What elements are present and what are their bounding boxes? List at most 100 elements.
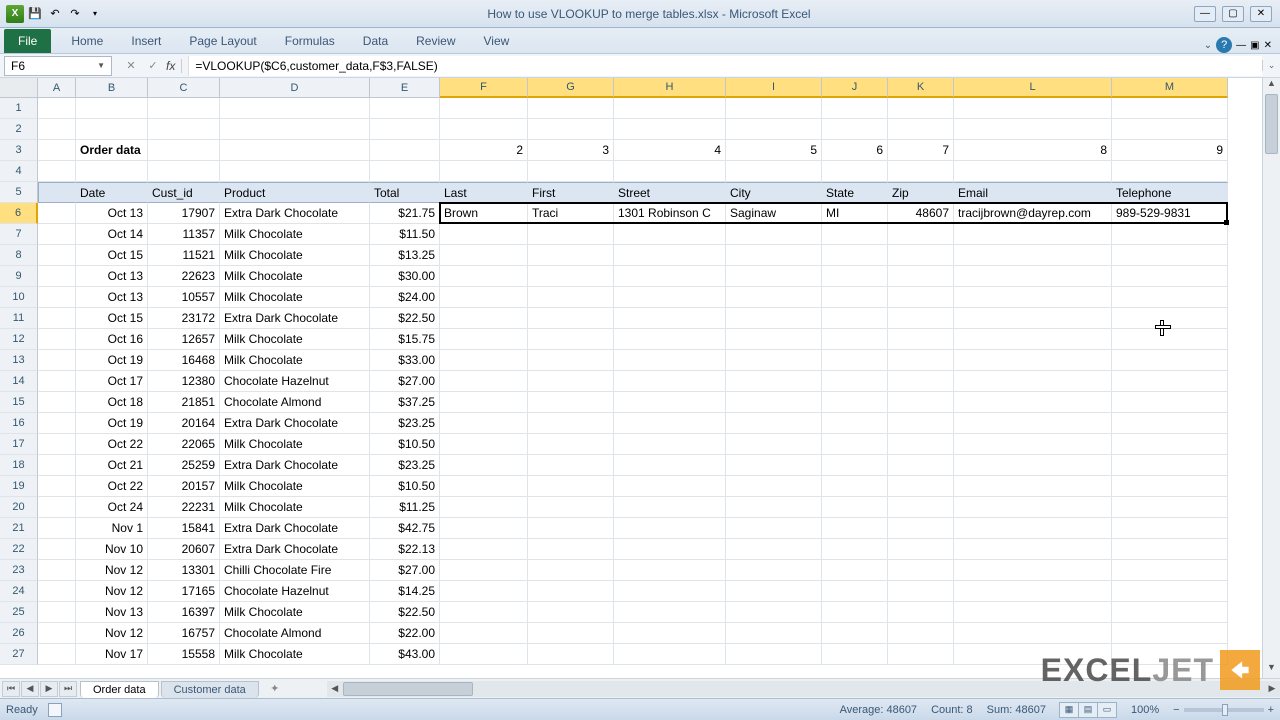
cell[interactable] [614,476,726,497]
cell[interactable] [888,455,954,476]
ribbon-tab-data[interactable]: Data [349,30,402,53]
row-header-27[interactable]: 27 [0,644,38,665]
cell[interactable] [148,140,220,161]
cell[interactable]: 5 [726,140,822,161]
cell[interactable] [440,518,528,539]
cell[interactable] [614,224,726,245]
cell[interactable] [614,539,726,560]
cell[interactable] [614,623,726,644]
cell[interactable]: Order data [76,140,148,161]
cell[interactable] [726,560,822,581]
spreadsheet-grid[interactable]: ABCDEFGHIJKLM 12345678910111213141516171… [0,78,1280,696]
cell[interactable]: Oct 22 [76,434,148,455]
cell[interactable] [954,518,1112,539]
cell[interactable]: Oct 19 [76,350,148,371]
cell[interactable] [1112,560,1228,581]
cell[interactable] [1112,497,1228,518]
cell[interactable] [822,539,888,560]
cell[interactable] [1112,392,1228,413]
cell[interactable] [888,434,954,455]
cell[interactable] [726,119,822,140]
cell[interactable] [888,329,954,350]
cell[interactable]: Oct 18 [76,392,148,413]
redo-icon[interactable]: ↷ [66,5,84,23]
cells-area[interactable]: Order data23456789DateCust_idProductTota… [38,98,1228,665]
ribbon-tab-view[interactable]: View [470,30,524,53]
cell[interactable]: First [528,182,614,203]
name-box[interactable]: F6 ▼ [4,56,112,76]
cell[interactable] [38,140,76,161]
row-header-15[interactable]: 15 [0,392,38,413]
cell[interactable]: Oct 14 [76,224,148,245]
cell[interactable]: 4 [614,140,726,161]
cell[interactable] [614,434,726,455]
cell[interactable] [38,581,76,602]
cell[interactable] [614,245,726,266]
cell[interactable] [440,602,528,623]
cell[interactable] [440,434,528,455]
cell[interactable]: MI [822,203,888,224]
cell[interactable]: $11.50 [370,224,440,245]
cell[interactable]: Nov 1 [76,518,148,539]
vertical-scrollbar[interactable]: ▲ ▼ [1262,78,1280,678]
ribbon-tab-review[interactable]: Review [402,30,469,53]
cell[interactable] [76,161,148,182]
cell[interactable] [38,266,76,287]
row-header-21[interactable]: 21 [0,518,38,539]
cell[interactable] [440,266,528,287]
cell[interactable]: 16468 [148,350,220,371]
col-header-C[interactable]: C [148,78,220,98]
row-header-4[interactable]: 4 [0,161,38,182]
name-box-dropdown-icon[interactable]: ▼ [97,61,105,70]
ribbon-tab-home[interactable]: Home [57,30,117,53]
cell[interactable] [614,560,726,581]
cell[interactable] [726,308,822,329]
cell[interactable]: $23.25 [370,413,440,434]
cell[interactable] [726,161,822,182]
row-header-5[interactable]: 5 [0,182,38,203]
cell[interactable] [1112,266,1228,287]
cell[interactable] [528,329,614,350]
cell[interactable] [822,371,888,392]
cell[interactable] [38,329,76,350]
cell[interactable]: Nov 10 [76,539,148,560]
cell[interactable]: Milk Chocolate [220,644,370,665]
fx-icon[interactable]: fx [166,59,182,73]
cell[interactable]: $22.50 [370,602,440,623]
cell[interactable]: 3 [528,140,614,161]
cell[interactable] [528,224,614,245]
cell[interactable] [726,392,822,413]
cell[interactable] [38,602,76,623]
cell[interactable] [726,350,822,371]
scroll-right-icon[interactable]: ▶ [1264,683,1280,694]
cell[interactable]: 20157 [148,476,220,497]
cell[interactable]: $42.75 [370,518,440,539]
cell[interactable]: Extra Dark Chocolate [220,455,370,476]
scroll-down-icon[interactable]: ▼ [1263,662,1280,678]
cell[interactable] [528,455,614,476]
cell[interactable] [822,329,888,350]
col-header-H[interactable]: H [614,78,726,98]
cell[interactable] [888,392,954,413]
cell[interactable]: $30.00 [370,266,440,287]
cell[interactable] [38,350,76,371]
cell[interactable] [528,560,614,581]
cell[interactable]: Chocolate Hazelnut [220,581,370,602]
cell[interactable] [614,644,726,665]
cell[interactable] [614,266,726,287]
cell[interactable]: 17165 [148,581,220,602]
cell[interactable] [1112,518,1228,539]
cell[interactable]: 12657 [148,329,220,350]
cell[interactable] [822,392,888,413]
cell[interactable] [726,644,822,665]
cell[interactable] [614,161,726,182]
cell[interactable] [1112,434,1228,455]
col-header-E[interactable]: E [370,78,440,98]
cell[interactable]: Street [614,182,726,203]
sheet-tab-active[interactable]: Order data [80,681,159,698]
cell[interactable] [954,623,1112,644]
cell[interactable]: $10.50 [370,434,440,455]
cell[interactable]: Nov 12 [76,581,148,602]
row-header-20[interactable]: 20 [0,497,38,518]
cell[interactable] [954,308,1112,329]
